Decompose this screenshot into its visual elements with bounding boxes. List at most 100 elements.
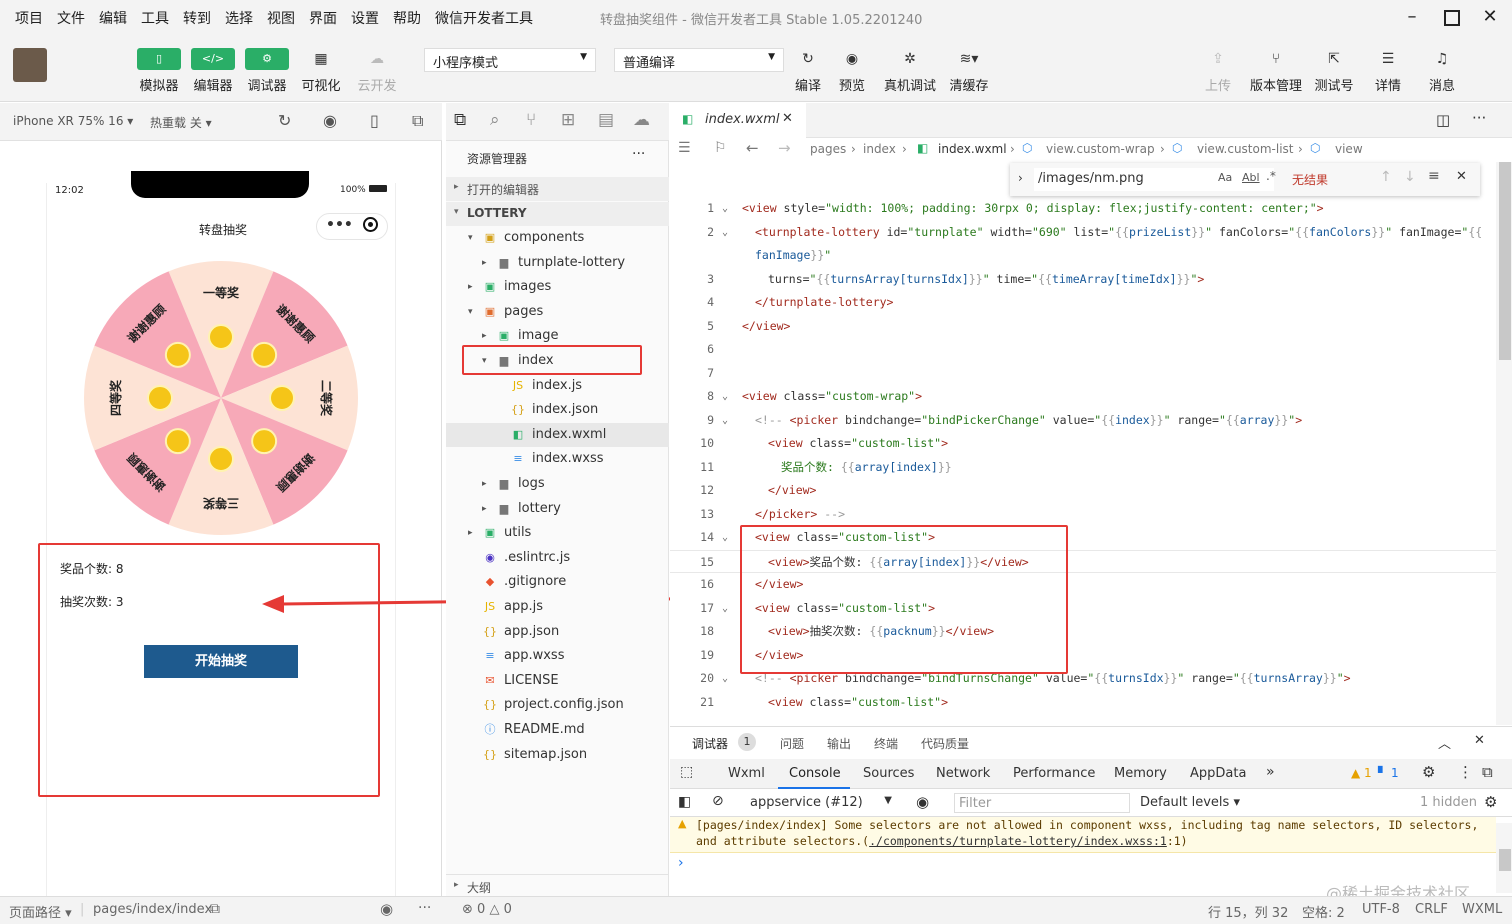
menu-select[interactable]: 选择 bbox=[218, 8, 260, 28]
gear-icon[interactable]: ⚙ bbox=[1484, 793, 1497, 811]
info-count[interactable]: ▘ 1 bbox=[1378, 766, 1399, 780]
tab-terminal[interactable]: 终端 bbox=[874, 735, 898, 752]
tab-memory[interactable]: Memory bbox=[1114, 766, 1167, 781]
capsule-menu[interactable]: ••• bbox=[316, 213, 388, 240]
tree-file-index-wxml[interactable]: ◧ index.wxml bbox=[446, 422, 669, 447]
clear-cache-button[interactable]: ≋▾ 清缓存 bbox=[946, 48, 992, 94]
tree-file-readme[interactable]: ⓘ README.md bbox=[446, 718, 669, 742]
gear-icon[interactable]: ⚙ bbox=[1422, 763, 1435, 781]
storage-icon[interactable]: ▤ bbox=[598, 110, 614, 130]
phone-icon[interactable]: ▯ bbox=[370, 111, 379, 130]
eye-icon[interactable]: ◉ bbox=[380, 900, 393, 918]
language-mode[interactable]: WXML bbox=[1462, 902, 1502, 917]
tab-problems[interactable]: 问题 bbox=[780, 735, 804, 752]
back-icon[interactable]: ← bbox=[746, 139, 759, 157]
tree-file-license[interactable]: ✉ LICENSE bbox=[446, 669, 669, 693]
fold-icon[interactable]: ⌄ bbox=[722, 667, 728, 690]
breadcrumb-custom-wrap[interactable]: view.custom-wrap bbox=[1046, 142, 1155, 156]
line-ending[interactable]: CRLF bbox=[1415, 902, 1448, 917]
real-debug-button[interactable]: ✲ 真机调试 bbox=[880, 48, 940, 94]
context-select[interactable]: appservice (#12) ▼ bbox=[740, 793, 900, 813]
tab-appdata[interactable]: AppData bbox=[1190, 766, 1246, 781]
code-line[interactable]: 12 </view> bbox=[670, 479, 1496, 502]
inspect-icon[interactable]: ⬚ bbox=[680, 764, 693, 780]
tree-file-eslintrc[interactable]: ◉ .eslintrc.js bbox=[446, 546, 669, 570]
fold-icon[interactable]: ⌄ bbox=[722, 221, 728, 244]
more-icon[interactable]: ••• bbox=[326, 217, 353, 233]
code-line[interactable]: 2 ⌄ <turnplate-lottery id="turnplate" widt… bbox=[670, 221, 1496, 244]
tree-folder-utils[interactable]: ▸ ▣ utils bbox=[446, 521, 669, 545]
list-icon[interactable]: ☰ bbox=[678, 140, 691, 156]
editor-scrollbar[interactable] bbox=[1496, 162, 1512, 725]
fold-icon[interactable]: ⌄ bbox=[722, 409, 728, 432]
breadcrumb-index[interactable]: index bbox=[863, 142, 896, 156]
menu-interface[interactable]: 界面 bbox=[302, 8, 344, 28]
more-icon[interactable]: ··· bbox=[632, 146, 645, 162]
close-panel-icon[interactable]: ✕ bbox=[1474, 733, 1485, 748]
page-path-select[interactable]: 页面路径 ▾ bbox=[9, 902, 72, 921]
code-line[interactable]: 4 </turnplate-lottery> bbox=[670, 291, 1496, 314]
eye-icon[interactable]: ◉ bbox=[916, 793, 929, 811]
code-line[interactable]: fanImage}}" bbox=[670, 244, 1496, 267]
tree-file-gitignore[interactable]: ◆ .gitignore bbox=[446, 570, 669, 594]
maximize-icon[interactable] bbox=[1440, 6, 1464, 30]
tab-network[interactable]: Network bbox=[936, 766, 990, 781]
tree-file-app-json[interactable]: {} app.json bbox=[446, 620, 669, 644]
breadcrumb-custom-list[interactable]: view.custom-list bbox=[1197, 142, 1294, 156]
code-line[interactable]: 5 </view> bbox=[670, 315, 1496, 338]
tree-folder-images[interactable]: ▸ ▣ images bbox=[446, 275, 669, 299]
code-line[interactable]: 9 ⌄ <!-- <picker bindchange="bindPickerCha… bbox=[670, 409, 1496, 432]
upload-button[interactable]: ⇪ 上传 bbox=[1200, 48, 1236, 94]
find-input[interactable]: /images/nm.png bbox=[1034, 168, 1274, 191]
kebab-icon[interactable]: ⋮ bbox=[1458, 763, 1473, 781]
code-line[interactable]: 8 ⌄ <view class="custom-wrap"> bbox=[670, 385, 1496, 408]
split-editor-icon[interactable]: ◫ bbox=[1436, 111, 1450, 129]
details-button[interactable]: ☰ 详情 bbox=[1370, 48, 1406, 94]
menu-help[interactable]: 帮助 bbox=[386, 8, 428, 28]
compile-select[interactable]: 普通编译 ▼ bbox=[614, 48, 784, 72]
code-line[interactable]: 3 turns="{{turnsArray[turnsIdx]}}" time="… bbox=[670, 268, 1496, 291]
visual-button[interactable]: ▦ 可视化 bbox=[299, 48, 343, 94]
window-icon[interactable]: ⧉ bbox=[412, 111, 423, 131]
tab-code-quality[interactable]: 代码质量 bbox=[921, 735, 969, 752]
forward-icon[interactable]: → bbox=[778, 139, 791, 157]
match-case-toggle[interactable]: Aa bbox=[1218, 171, 1232, 184]
code-line[interactable]: 1 ⌄ <view style="width: 100%; padding: 30r… bbox=[670, 197, 1496, 220]
tree-file-index-wxss[interactable]: ≡ index.wxss bbox=[446, 447, 669, 471]
minimize-icon[interactable]: – bbox=[1400, 6, 1424, 30]
undock-icon[interactable]: ⧉ bbox=[1482, 763, 1493, 781]
tab-output[interactable]: 输出 bbox=[827, 735, 851, 752]
messages-button[interactable]: ♫ 消息 bbox=[1424, 48, 1460, 94]
code-line[interactable]: 7 bbox=[670, 362, 1496, 385]
tree-file-app-wxss[interactable]: ≡ app.wxss bbox=[446, 644, 669, 668]
search-icon[interactable]: ⌕ bbox=[490, 110, 500, 130]
menu-tools[interactable]: 工具 bbox=[134, 8, 176, 28]
regex-toggle[interactable]: .* bbox=[1266, 169, 1276, 183]
tree-file-project-config[interactable]: {} project.config.json bbox=[446, 693, 669, 717]
tree-folder-logs[interactable]: ▸ ▆ logs bbox=[446, 472, 669, 496]
hot-reload-toggle[interactable]: 热重载 关 ▾ bbox=[150, 114, 212, 131]
menu-wechat-devtools[interactable]: 微信开发者工具 bbox=[428, 8, 540, 28]
bookmark-icon[interactable]: ⚐ bbox=[714, 140, 727, 156]
more-icon[interactable]: ··· bbox=[1472, 109, 1486, 127]
tree-folder-turnplate-lottery[interactable]: ▸ ▆ turnplate-lottery bbox=[446, 251, 669, 275]
fold-icon[interactable]: ⌄ bbox=[722, 385, 728, 408]
console-scrollbar[interactable] bbox=[1496, 823, 1512, 893]
outline-header[interactable]: ▸ 大纲 bbox=[446, 874, 669, 896]
find-in-selection-icon[interactable]: ≡ bbox=[1428, 168, 1440, 184]
simulator-button[interactable]: ▯ 模拟器 bbox=[137, 48, 181, 94]
tab-wxml[interactable]: Wxml bbox=[728, 766, 765, 781]
tree-file-sitemap[interactable]: {} sitemap.json bbox=[446, 743, 669, 767]
mode-select[interactable]: 小程序模式 ▼ bbox=[424, 48, 596, 72]
tree-folder-pages[interactable]: ▾ ▣ pages bbox=[446, 300, 669, 324]
tab-performance[interactable]: Performance bbox=[1013, 766, 1095, 781]
close-mini-icon[interactable] bbox=[363, 217, 378, 232]
cloud-button[interactable]: ☁ 云开发 bbox=[353, 48, 401, 94]
clear-console-icon[interactable]: ⊘ bbox=[712, 793, 724, 809]
menu-edit[interactable]: 编辑 bbox=[92, 8, 134, 28]
close-window-icon[interactable]: ✕ bbox=[1478, 6, 1502, 30]
levels-select[interactable]: Default levels ▾ bbox=[1140, 795, 1240, 810]
menu-file[interactable]: 文件 bbox=[50, 8, 92, 28]
fold-icon[interactable]: ⌄ bbox=[722, 526, 728, 549]
tree-folder-components[interactable]: ▾ ▣ components bbox=[446, 226, 669, 250]
